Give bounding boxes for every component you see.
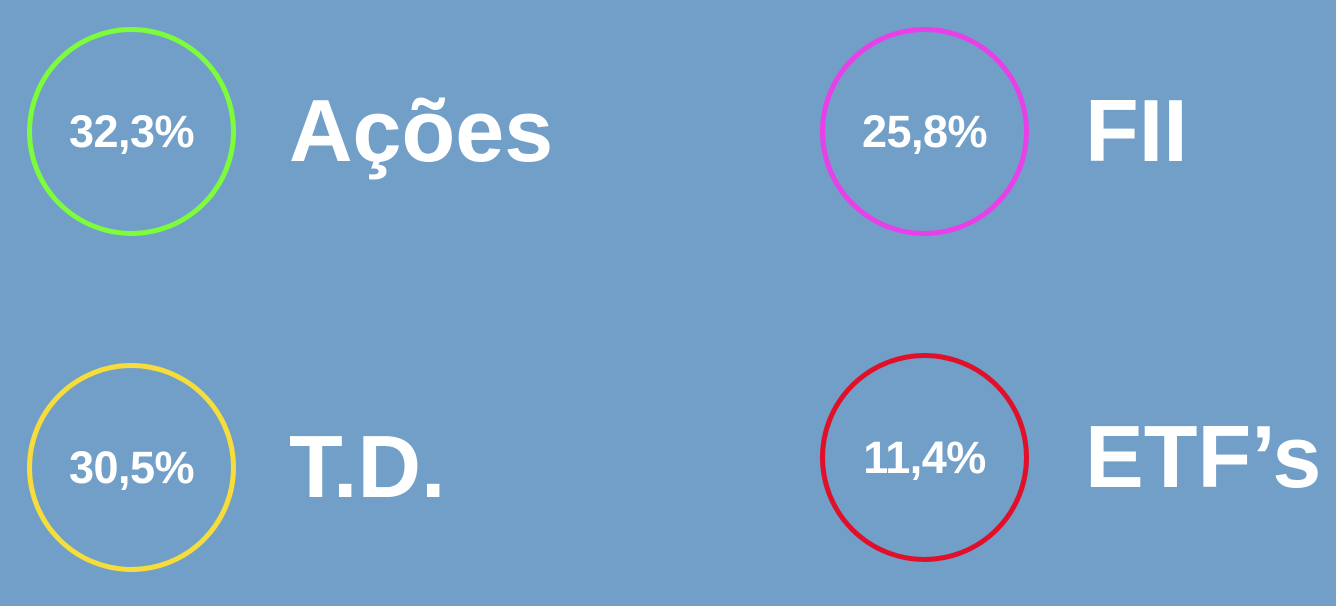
percent-ring-td: 30,5%: [27, 362, 236, 572]
asset-label-etfs: ETF’s: [1085, 407, 1322, 506]
percent-value-fii: 25,8%: [861, 105, 988, 157]
asset-label-fii: FII: [1085, 81, 1188, 180]
allocation-fii: 25,8% FII: [820, 26, 1188, 236]
percent-value-acoes: 32,3%: [68, 105, 195, 157]
percent-ring-acoes: 32,3%: [27, 26, 236, 236]
allocation-etfs: 11,4% ETF’s: [820, 352, 1321, 562]
percent-ring-fii: 25,8%: [820, 26, 1029, 236]
percent-value-etfs: 11,4%: [863, 431, 986, 483]
allocation-acoes: 32,3% Ações: [27, 26, 553, 236]
asset-label-td: T.D.: [289, 417, 446, 516]
allocation-td: 30,5% T.D.: [27, 362, 445, 572]
percent-ring-etfs: 11,4%: [820, 352, 1029, 562]
asset-label-acoes: Ações: [289, 81, 554, 180]
percent-value-td: 30,5%: [68, 441, 195, 493]
